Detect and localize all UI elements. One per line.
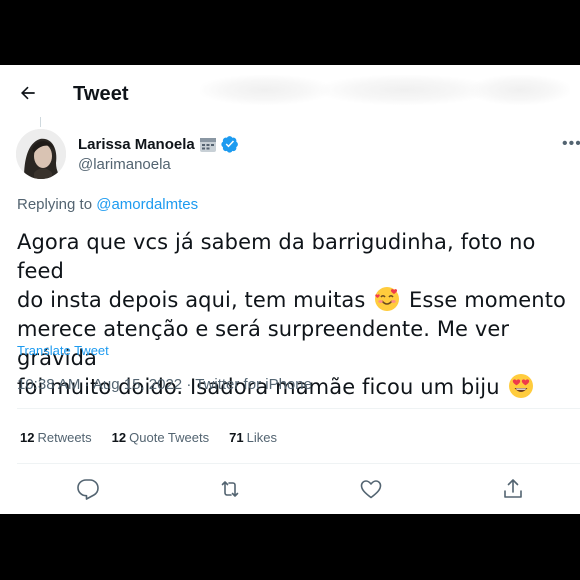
verified-badge-icon <box>221 136 238 153</box>
tweet-time[interactable]: 10:38 AM <box>17 376 80 393</box>
tweet-date[interactable]: Aug 15, 2022 <box>93 376 182 393</box>
reply-icon[interactable] <box>76 477 100 501</box>
tweet-source[interactable]: Twitter for iPhone <box>195 376 312 393</box>
tweet-stats: 12 Retweets 12 Quote Tweets 71 Likes <box>20 430 277 445</box>
likes-stat[interactable]: 71 Likes <box>229 430 277 445</box>
divider <box>17 463 580 464</box>
back-button[interactable] <box>14 79 42 107</box>
retweet-icon[interactable] <box>218 477 242 501</box>
reply-mention-link[interactable]: @amordalmtes <box>96 196 198 213</box>
tweet-meta: 10:38 AM · Aug 15, 2022 · Twitter for iP… <box>17 376 312 393</box>
author-handle[interactable]: @larimanoela <box>78 156 171 173</box>
quote-tweets-stat[interactable]: 12 Quote Tweets <box>112 430 209 445</box>
share-icon[interactable] <box>501 477 525 501</box>
page-title: Tweet <box>73 83 129 105</box>
action-bar <box>0 477 580 503</box>
header: Tweet <box>0 65 580 121</box>
avatar[interactable] <box>16 129 66 179</box>
tweet-screen: Tweet Larissa Manoela @larimanoela ••• R… <box>0 65 580 514</box>
calendar-icon <box>199 138 216 152</box>
heart-eyes-icon <box>509 374 534 398</box>
smiling-face-with-hearts-icon <box>375 287 400 311</box>
avatar-photo <box>16 129 66 179</box>
replying-to: Replying to @amordalmtes <box>17 196 199 213</box>
retweets-stat[interactable]: 12 Retweets <box>20 430 92 445</box>
like-icon[interactable] <box>359 477 383 501</box>
author-name[interactable]: Larissa Manoela <box>78 135 239 153</box>
divider <box>17 408 580 409</box>
more-options-icon[interactable]: ••• <box>562 135 580 153</box>
thread-line <box>40 117 41 127</box>
arrow-left-icon <box>21 86 35 100</box>
translate-tweet-link[interactable]: Translate Tweet <box>17 343 109 358</box>
